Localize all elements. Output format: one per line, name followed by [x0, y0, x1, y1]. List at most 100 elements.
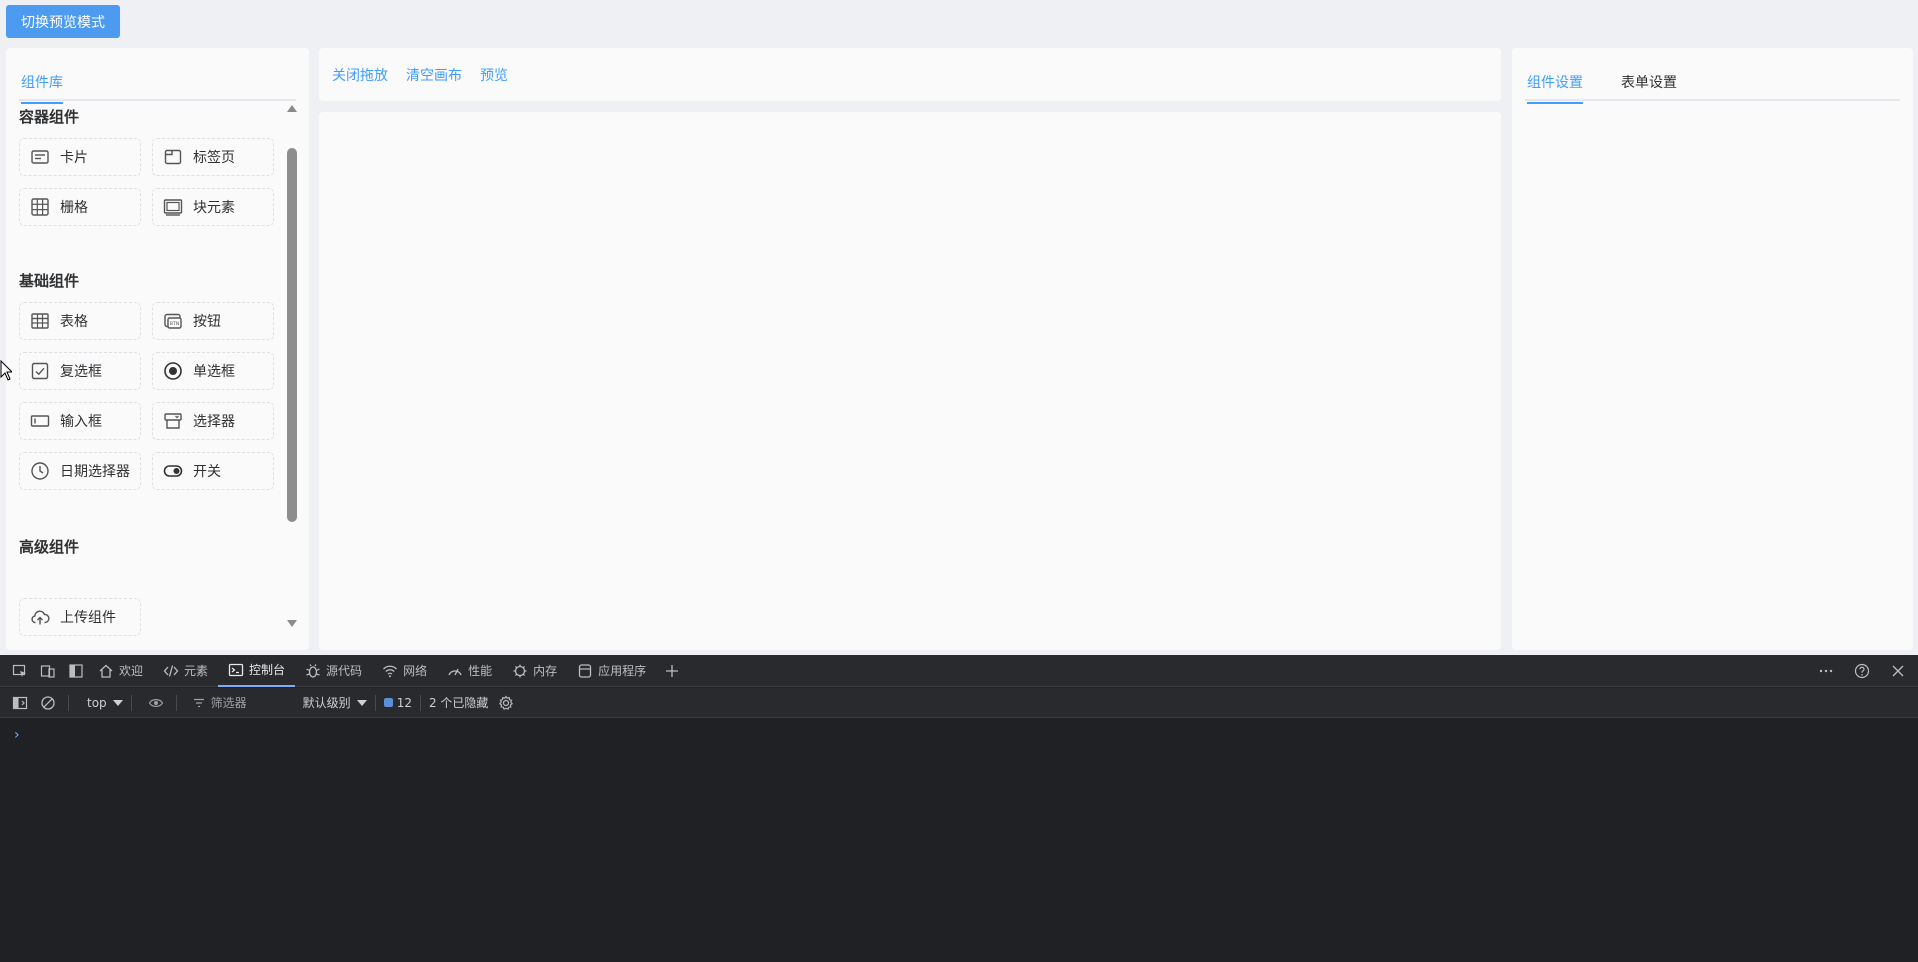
divider	[68, 694, 69, 711]
button-icon: BTN	[164, 313, 182, 329]
canvas-toolbar: 关闭拖放 清空画布 预览	[319, 48, 1501, 101]
tab-component-settings[interactable]: 组件设置	[1527, 72, 1583, 104]
component-upload[interactable]: 上传组件	[19, 598, 141, 636]
divider	[374, 694, 376, 711]
filter-placeholder: 筛选器	[210, 696, 247, 710]
log-level-label: 默认级别	[302, 696, 351, 710]
tab-label: 应用程序	[598, 664, 647, 678]
log-level-dropdown[interactable]: 默认级别	[303, 694, 367, 711]
close-drag-button[interactable]: 关闭拖放	[332, 65, 388, 85]
table-icon	[31, 313, 49, 329]
component-label: 块元素	[193, 200, 235, 216]
svg-text:BTN: BTN	[170, 321, 179, 327]
component-library-panel: 组件库 容器组件 卡片 标签页 栅格 块元素 基础组件 表格 BTN 按钮 复选…	[6, 48, 309, 650]
hidden-count-text: 2 个已隐藏	[428, 696, 489, 710]
devtools-tab-console[interactable]: 控制台	[218, 655, 296, 687]
component-label: 标签页	[193, 150, 235, 166]
component-label: 输入框	[60, 414, 102, 430]
component-select[interactable]: 选择器	[152, 402, 274, 440]
scroll-up-icon[interactable]	[287, 105, 297, 112]
devtools-tab-welcome[interactable]: 欢迎	[88, 655, 153, 687]
component-button[interactable]: BTN 按钮	[152, 302, 274, 340]
chevron-down-icon	[112, 699, 123, 706]
settings-tab-strip: 组件设置 表单设置	[1525, 64, 1900, 104]
component-date-picker[interactable]: 日期选择器	[19, 452, 141, 490]
divider	[419, 694, 421, 711]
component-table[interactable]: 表格	[19, 302, 141, 340]
preview-button[interactable]: 预览	[480, 65, 508, 85]
component-tabs[interactable]: 标签页	[152, 138, 274, 176]
message-icon	[383, 698, 393, 707]
component-label: 复选框	[60, 364, 102, 380]
live-expression-icon[interactable]	[144, 691, 168, 715]
component-grid[interactable]: 栅格	[19, 188, 141, 226]
component-label: 单选框	[193, 364, 235, 380]
devtools-tab-sources[interactable]: 源代码	[295, 655, 372, 687]
add-tab-icon[interactable]	[660, 659, 684, 683]
devtools-tab-memory[interactable]: 内存	[502, 655, 567, 687]
switch-icon	[163, 465, 183, 477]
device-emulation-icon[interactable]	[36, 659, 60, 683]
radio-icon	[164, 362, 182, 380]
inspect-element-icon[interactable]	[8, 659, 32, 683]
component-label: 按钮	[193, 314, 221, 330]
app-area: 切换预览模式 组件库 容器组件 卡片 标签页 栅格 块元素 基础组件 表格 BT…	[0, 0, 1918, 655]
component-switch[interactable]: 开关	[152, 452, 274, 490]
close-icon[interactable]	[1886, 659, 1910, 683]
devtools-tab-network[interactable]: 网络	[372, 655, 437, 687]
component-label: 开关	[193, 464, 221, 480]
mouse-cursor-icon	[0, 360, 12, 381]
component-label: 卡片	[60, 150, 88, 166]
tab-label: 网络	[403, 664, 428, 678]
component-radio[interactable]: 单选框	[152, 352, 274, 390]
devtools-tab-performance[interactable]: 性能	[437, 655, 502, 687]
group-title-basic: 基础组件	[19, 272, 80, 290]
group-title-advanced: 高级组件	[19, 538, 80, 556]
select-icon	[164, 413, 182, 429]
wifi-icon	[383, 665, 398, 677]
gauge-icon	[448, 668, 462, 675]
component-input[interactable]: 输入框	[19, 402, 141, 440]
design-canvas[interactable]	[319, 112, 1501, 650]
console-filter-input[interactable]: 筛选器	[185, 692, 303, 714]
help-icon[interactable]	[1850, 659, 1874, 683]
clear-canvas-button[interactable]: 清空画布	[406, 65, 462, 85]
clear-console-icon[interactable]	[36, 691, 60, 715]
toggle-preview-mode-button[interactable]: 切换预览模式	[6, 5, 120, 38]
message-count-badge[interactable]: 12	[383, 696, 412, 710]
dock-side-icon[interactable]	[64, 659, 88, 683]
home-icon	[99, 664, 113, 678]
tab-form-settings[interactable]: 表单设置	[1621, 72, 1677, 102]
chip-icon	[513, 664, 527, 677]
devtools-tab-application[interactable]: 应用程序	[567, 655, 656, 687]
block-icon	[163, 199, 183, 216]
console-settings-gear-icon[interactable]	[494, 691, 518, 715]
settings-panel: 组件设置 表单设置	[1512, 48, 1913, 650]
scroll-down-icon[interactable]	[287, 620, 297, 627]
component-card[interactable]: 卡片	[19, 138, 141, 176]
component-label: 选择器	[193, 414, 235, 430]
component-label: 上传组件	[60, 610, 116, 626]
component-label: 日期选择器	[60, 464, 130, 480]
filter-icon	[193, 698, 204, 707]
sidebar-toggle-icon[interactable]	[8, 691, 32, 715]
scroll-thumb[interactable]	[287, 148, 297, 522]
chevron-down-icon	[356, 699, 367, 706]
context-selector[interactable]: top	[87, 696, 123, 710]
component-label: 栅格	[60, 200, 88, 216]
devtools-tab-bar: 欢迎 元素 控制台 源代码 网络 性能 内存 应用程序	[0, 655, 1918, 687]
bug-icon	[306, 663, 320, 678]
database-icon	[578, 663, 592, 678]
component-checkbox[interactable]: 复选框	[19, 352, 141, 390]
library-tab-strip: 组件库	[19, 64, 296, 104]
tab-component-library[interactable]: 组件库	[21, 72, 63, 104]
checkbox-icon	[31, 362, 49, 380]
devtools-tab-elements[interactable]: 元素	[153, 655, 218, 687]
tab-label: 源代码	[326, 664, 363, 678]
component-block[interactable]: 块元素	[152, 188, 274, 226]
console-icon	[228, 663, 244, 676]
console-prompt[interactable]: ›	[14, 727, 20, 743]
divider	[130, 694, 132, 711]
more-options-icon[interactable]	[1814, 659, 1838, 683]
tab-label: 元素	[184, 664, 209, 678]
